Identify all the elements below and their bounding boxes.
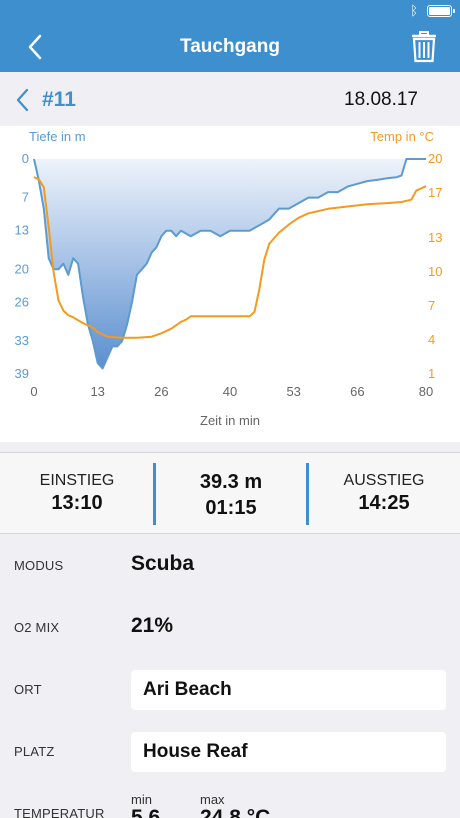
dive-profile-svg: Tiefe in m Temp in °C Zeit in min 0 7 13 20… <box>15 129 443 428</box>
time-tick-label: 80 <box>419 384 433 399</box>
o2-value[interactable]: 21% <box>131 614 173 638</box>
site-row: PLATZ House Reaf <box>0 720 460 782</box>
temp-tick-label: 1 <box>428 366 435 381</box>
time-axis-label: Zeit in min <box>200 413 260 428</box>
exit-time: 14:25 <box>358 492 410 514</box>
depth-tick-label: 26 <box>15 294 29 309</box>
location-label: ORT <box>14 682 42 697</box>
time-tick-label: 66 <box>350 384 364 399</box>
temp-min-label: min <box>131 792 152 807</box>
dive-profile-chart: Tiefe in m Temp in °C Zeit in min 0 7 13 20… <box>0 126 460 442</box>
separator <box>0 442 460 452</box>
depth-duration-summary: 39.3 m 01:15 <box>154 453 308 535</box>
trash-icon <box>412 31 436 63</box>
location-row: ORT Ari Beach <box>0 658 460 720</box>
max-depth: 39.3 m <box>199 471 263 493</box>
depth-tick-label: 13 <box>15 223 29 238</box>
temp-tick-label: 17 <box>428 185 442 200</box>
location-value: Ari Beach <box>143 679 232 700</box>
temp-tick-label: 4 <box>428 332 435 347</box>
dive-header: #11 18.08.17 <box>0 72 460 126</box>
mode-label: MODUS <box>14 558 64 573</box>
o2-row: O2 MIX 21% <box>0 596 460 658</box>
site-value: House Reaf <box>143 741 248 762</box>
site-label: PLATZ <box>14 744 55 759</box>
temperature-label: TEMPERATUR <box>14 806 105 818</box>
page-title: Tauchgang <box>180 36 280 57</box>
depth-area <box>34 159 426 369</box>
navigation-bar: Tauchgang <box>0 22 460 72</box>
time-tick-label: 40 <box>223 384 237 399</box>
temp-tick-label: 10 <box>428 264 442 279</box>
depth-tick-label: 0 <box>22 151 29 166</box>
battery-icon <box>427 5 455 17</box>
chevron-left-icon <box>16 88 29 112</box>
status-bar: ᛒ <box>0 0 460 22</box>
temp-tick-label: 7 <box>428 298 435 313</box>
previous-dive-button[interactable] <box>14 87 32 113</box>
time-tick-label: 53 <box>286 384 300 399</box>
time-tick-label: 0 <box>30 384 37 399</box>
dive-number: #11 <box>42 88 76 111</box>
exit-label: AUSSTIEG <box>343 472 425 489</box>
exit-summary: AUSSTIEG 14:25 <box>308 453 460 535</box>
bluetooth-icon: ᛒ <box>410 3 418 18</box>
depth-tick-label: 33 <box>15 333 29 348</box>
temp-max-label: max <box>200 792 225 807</box>
time-tick-label: 13 <box>90 384 104 399</box>
mode-row: MODUS Scuba <box>0 534 460 596</box>
temp-axis-label: Temp in °C <box>370 129 434 144</box>
temp-tick-label: 13 <box>428 230 442 245</box>
site-field[interactable]: House Reaf <box>131 732 446 772</box>
delete-button[interactable] <box>410 30 438 64</box>
dive-date: 18.08.17 <box>344 89 418 110</box>
location-field[interactable]: Ari Beach <box>131 670 446 710</box>
temperature-row: TEMPERATUR min 5.6 max 24.8 °C <box>0 782 460 818</box>
dive-summary: EINSTIEG 13:10 39.3 m 01:15 AUSSTIEG 14:… <box>0 452 460 534</box>
temp-tick-label: 20 <box>428 151 442 166</box>
depth-tick-label: 39 <box>15 366 29 381</box>
temp-max-value[interactable]: 24.8 °C <box>200 806 270 818</box>
depth-tick-label: 20 <box>15 261 29 276</box>
temp-min-value[interactable]: 5.6 <box>131 806 160 818</box>
depth-tick-label: 7 <box>22 190 29 205</box>
dive-duration: 01:15 <box>205 497 257 519</box>
dive-details: MODUS Scuba O2 MIX 21% ORT Ari Beach PLA… <box>0 534 460 818</box>
depth-axis-label: Tiefe in m <box>29 129 86 144</box>
mode-value[interactable]: Scuba <box>131 552 194 576</box>
entry-time: 13:10 <box>51 492 103 514</box>
entry-label: EINSTIEG <box>39 472 115 489</box>
time-tick-label: 26 <box>154 384 168 399</box>
entry-summary: EINSTIEG 13:10 <box>0 453 154 535</box>
o2-label: O2 MIX <box>14 620 60 635</box>
